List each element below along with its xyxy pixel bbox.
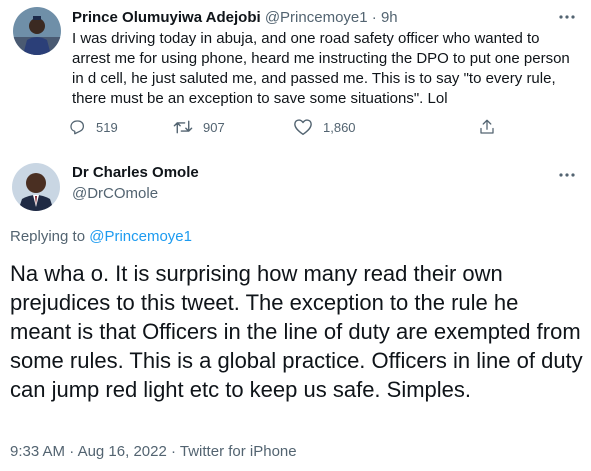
tweet1-header: Prince Olumuyiwa Adejobi @Princemoye1 · …: [72, 8, 398, 28]
share-button[interactable]: [478, 118, 496, 136]
meta-separator: ·: [170, 443, 176, 460]
tweet1-author-name[interactable]: Prince Olumuyiwa Adejobi: [72, 9, 261, 26]
retweet-icon: [173, 118, 193, 136]
tweet1-text: I was driving today in abuja, and one ro…: [72, 30, 570, 107]
tweet2-meta: 9:33 AM · Aug 16, 2022 · Twitter for iPh…: [10, 442, 297, 462]
tweet2-handle[interactable]: @DrCOmole: [72, 184, 158, 204]
tweet2-author-name[interactable]: Dr Charles Omole: [72, 163, 199, 183]
tweet1-more-icon[interactable]: [555, 8, 579, 26]
tweet2-time[interactable]: 9:33 AM: [10, 443, 65, 460]
meta-separator: ·: [69, 443, 75, 460]
like-icon: [293, 118, 313, 136]
reply-count: 519: [96, 119, 118, 135]
like-button[interactable]: 1,860: [293, 118, 356, 136]
share-icon: [478, 118, 496, 136]
replying-prefix: Replying to: [10, 228, 86, 245]
tweet1-time[interactable]: 9h: [381, 9, 398, 26]
tweet2-avatar[interactable]: [12, 163, 60, 211]
replying-to: Replying to @Princemoye1: [10, 227, 192, 247]
tweet1-separator: ·: [371, 9, 377, 26]
tweet2-text: Na wha o. It is surprising how many read…: [10, 261, 583, 402]
reply-button[interactable]: 519: [68, 118, 118, 136]
reply-icon: [68, 118, 86, 136]
retweet-count: 907: [203, 119, 225, 135]
replying-handle-link[interactable]: @Princemoye1: [89, 228, 192, 245]
tweet1-actions: 519 907 1,860: [68, 118, 508, 140]
tweet2-more-icon[interactable]: [555, 166, 579, 184]
tweet2-source[interactable]: Twitter for iPhone: [180, 443, 297, 460]
like-count: 1,860: [323, 119, 356, 135]
retweet-button[interactable]: 907: [173, 118, 225, 136]
tweet2-date[interactable]: Aug 16, 2022: [78, 443, 167, 460]
tweet1-avatar[interactable]: [13, 7, 61, 55]
tweet1-handle[interactable]: @Princemoye1: [265, 9, 368, 26]
